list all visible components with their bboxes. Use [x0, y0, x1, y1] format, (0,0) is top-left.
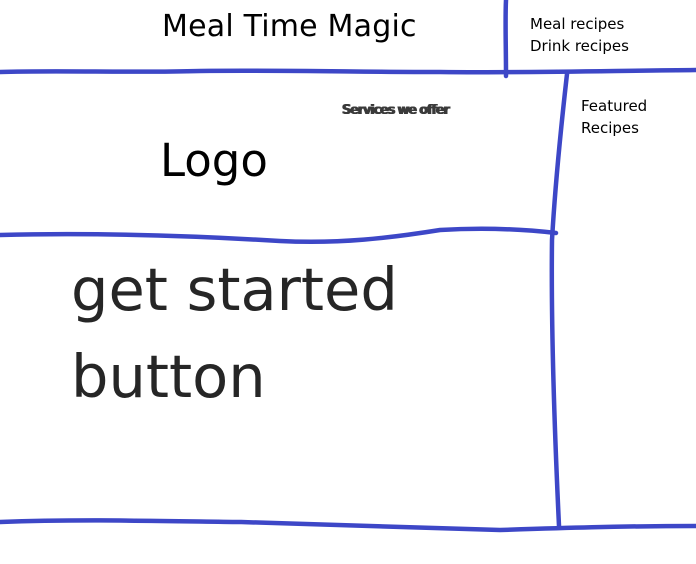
featured-recipes-line-2[interactable]: Recipes — [581, 119, 639, 137]
nav-link-meal-recipes[interactable]: Meal recipes — [530, 15, 624, 33]
sidebar-divider — [549, 71, 570, 529]
page-bottom-line — [0, 518, 696, 533]
logo-section-bottom-line — [0, 226, 559, 245]
site-title: Meal Time Magic — [162, 9, 417, 44]
services-link[interactable]: Services we offer — [342, 103, 450, 118]
nav-link-drink-recipes[interactable]: Drink recipes — [530, 37, 629, 55]
logo-placeholder: Logo — [160, 134, 268, 187]
get-started-button-line-1[interactable]: get started — [71, 255, 398, 324]
featured-recipes-line-1[interactable]: Featured — [581, 97, 647, 115]
wireframe-canvas: Meal Time Magic Meal recipes Drink recip… — [0, 0, 696, 564]
get-started-button-line-2[interactable]: button — [71, 342, 266, 411]
header-bottom-line — [0, 67, 696, 75]
